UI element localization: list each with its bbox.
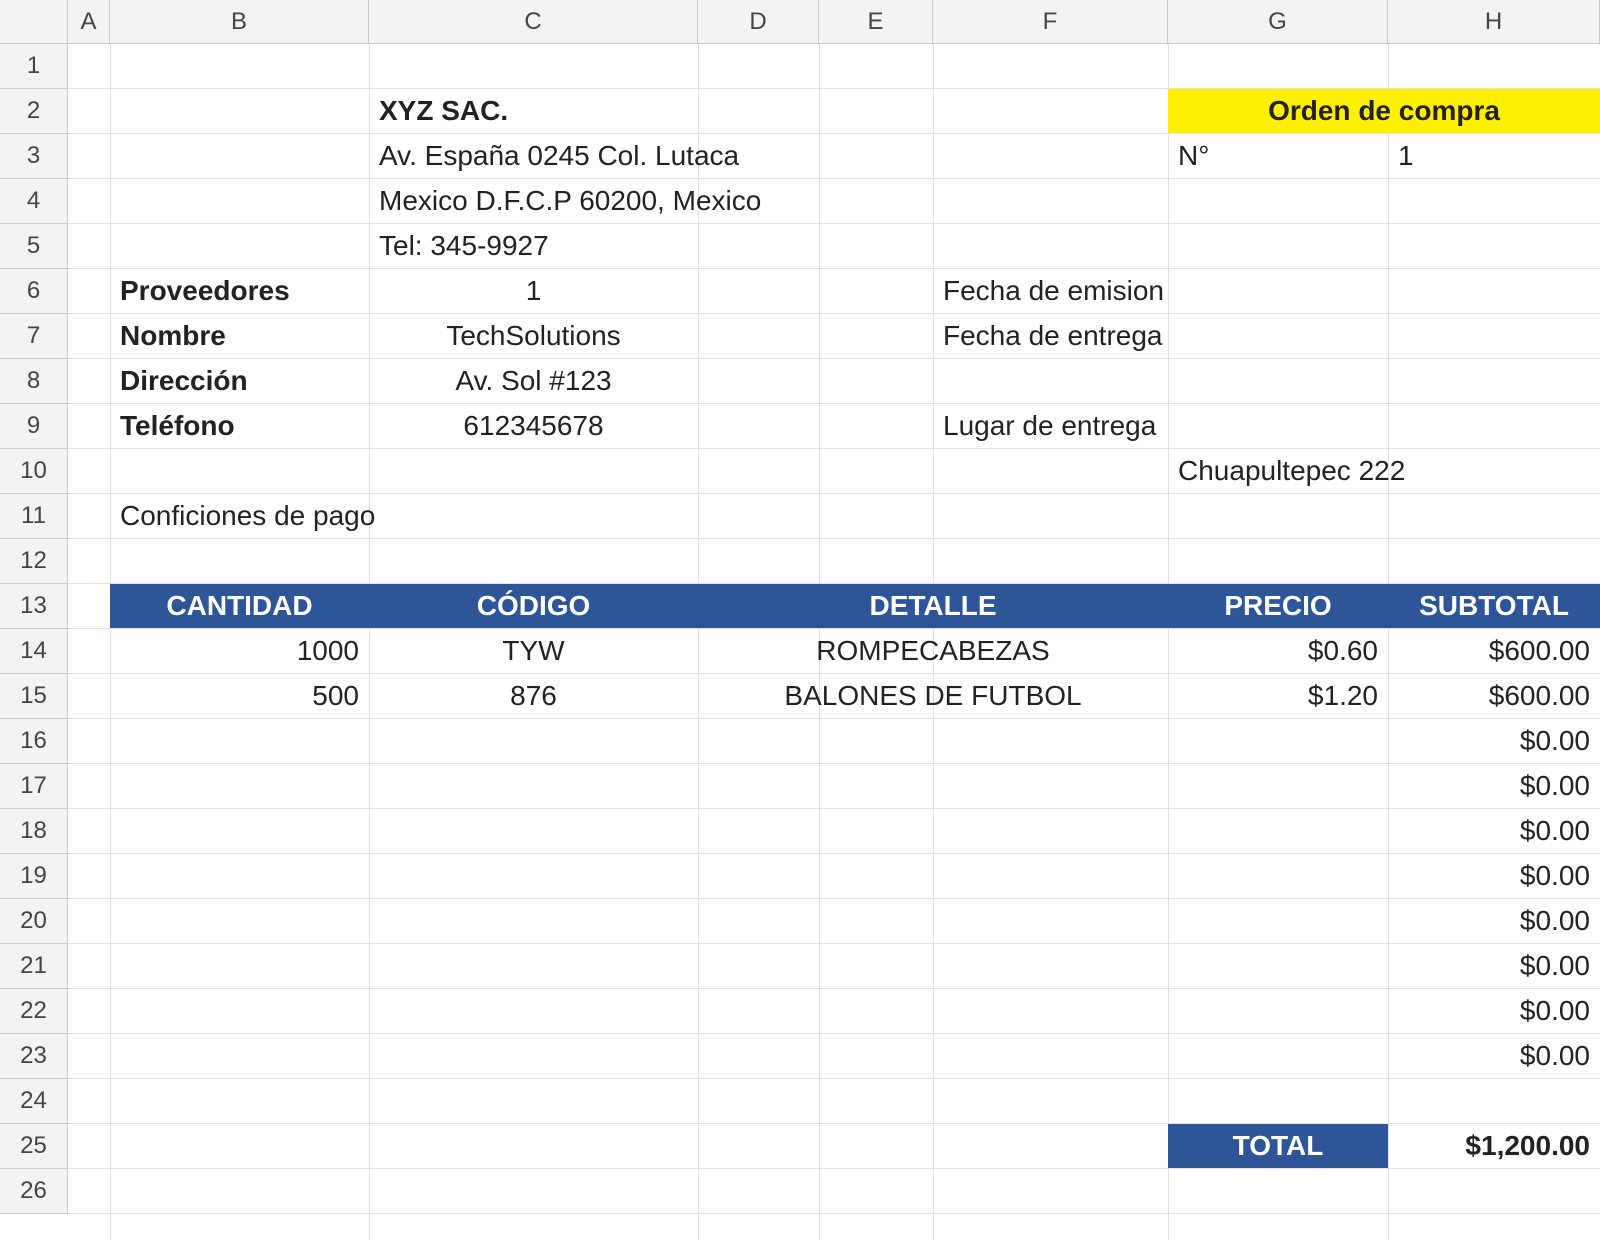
proveedores-value-cell[interactable]: 1 [369,269,698,313]
row-header-7[interactable]: 7 [0,314,68,359]
row-header-3[interactable]: 3 [0,134,68,179]
proveedores-label-cell[interactable]: Proveedores [110,269,369,313]
row-header-21[interactable]: 21 [0,944,68,989]
grid-line-horizontal [68,988,1600,989]
row-header-12[interactable]: 12 [0,539,68,584]
empty-subtotal-cell[interactable]: $0.00 [1388,899,1600,943]
column-header-a[interactable]: A [68,0,110,44]
row-header-6[interactable]: 6 [0,269,68,314]
total-value-cell[interactable]: $1,200.00 [1388,1124,1600,1168]
grid-line-horizontal [68,763,1600,764]
column-header-g[interactable]: G [1168,0,1388,44]
row-header-9[interactable]: 9 [0,404,68,449]
grid-line-horizontal [68,943,1600,944]
row-header-14[interactable]: 14 [0,629,68,674]
spreadsheet: A B C D E F G H 1 2 3 4 5 6 7 8 9 10 11 12 13 14 15 16 17 18 19 20 2… [0,0,1600,1240]
empty-subtotal-cell[interactable]: $0.00 [1388,944,1600,988]
empty-subtotal-cell[interactable]: $0.00 [1388,989,1600,1033]
row-header-2[interactable]: 2 [0,89,68,134]
empty-subtotal-cell[interactable]: $0.00 [1388,719,1600,763]
total-label-cell[interactable]: TOTAL [1168,1124,1388,1168]
grid-line-horizontal [68,808,1600,809]
row-header-24[interactable]: 24 [0,1079,68,1124]
row-header-26[interactable]: 26 [0,1169,68,1214]
row-header-15[interactable]: 15 [0,674,68,719]
column-header-h[interactable]: H [1388,0,1600,44]
condiciones-pago-cell[interactable]: Conficiones de pago [110,494,819,538]
company-address2-cell[interactable]: Mexico D.F.C.P 60200, Mexico [369,179,933,223]
company-address1-cell[interactable]: Av. España 0245 Col. Lutaca [369,134,933,178]
nombre-value-cell[interactable]: TechSolutions [369,314,698,358]
order-number-value-cell[interactable]: 1 [1388,134,1600,178]
column-header-f[interactable]: F [933,0,1168,44]
item-cantidad-cell[interactable]: 500 [110,674,369,718]
order-title-cell[interactable]: Orden de compra [1168,89,1600,133]
direccion-value-cell[interactable]: Av. Sol #123 [369,359,698,403]
grid-line-horizontal [68,538,1600,539]
order-number-label-cell[interactable]: N° [1168,134,1388,178]
row-header-8[interactable]: 8 [0,359,68,404]
company-phone-cell[interactable]: Tel: 345-9927 [369,224,933,268]
item-detalle-cell[interactable]: BALONES DE FUTBOL [698,674,1168,718]
grid-line-horizontal [68,1213,1600,1214]
row-header-10[interactable]: 10 [0,449,68,494]
table-header-detalle[interactable]: DETALLE [698,584,1168,628]
row-header-16[interactable]: 16 [0,719,68,764]
table-header-codigo[interactable]: CÓDIGO [369,584,698,628]
table-header-subtotal[interactable]: SUBTOTAL [1388,584,1600,628]
item-precio-cell[interactable]: $1.20 [1168,674,1388,718]
row-header-19[interactable]: 19 [0,854,68,899]
company-name-cell[interactable]: XYZ SAC. [369,89,933,133]
row-header-1[interactable]: 1 [0,44,68,89]
item-codigo-cell[interactable]: 876 [369,674,698,718]
row-header-22[interactable]: 22 [0,989,68,1034]
item-detalle-cell[interactable]: ROMPECABEZAS [698,629,1168,673]
item-subtotal-cell[interactable]: $600.00 [1388,674,1600,718]
column-header-c[interactable]: C [369,0,698,44]
grid-line-horizontal [68,1033,1600,1034]
row-header-4[interactable]: 4 [0,179,68,224]
row-header-20[interactable]: 20 [0,899,68,944]
item-codigo-cell[interactable]: TYW [369,629,698,673]
lugar-entrega-value-cell[interactable]: Chuapultepec 222 [1168,449,1600,493]
telefono-value-cell[interactable]: 612345678 [369,404,698,448]
grid-line-horizontal [68,1078,1600,1079]
row-header-18[interactable]: 18 [0,809,68,854]
grid-line-horizontal [68,1168,1600,1169]
column-header-b[interactable]: B [110,0,369,44]
lugar-entrega-label-cell[interactable]: Lugar de entrega [933,404,1388,448]
nombre-label-cell[interactable]: Nombre [110,314,369,358]
item-precio-cell[interactable]: $0.60 [1168,629,1388,673]
row-header-25[interactable]: 25 [0,1124,68,1169]
fecha-emision-label-cell[interactable]: Fecha de emision [933,269,1388,313]
grid-line-horizontal [68,853,1600,854]
empty-subtotal-cell[interactable]: $0.00 [1388,854,1600,898]
grid-line-horizontal [68,898,1600,899]
grid-line-horizontal [68,718,1600,719]
row-header-5[interactable]: 5 [0,224,68,269]
item-subtotal-cell[interactable]: $600.00 [1388,629,1600,673]
item-cantidad-cell[interactable]: 1000 [110,629,369,673]
direccion-label-cell[interactable]: Dirección [110,359,369,403]
row-header-17[interactable]: 17 [0,764,68,809]
empty-subtotal-cell[interactable]: $0.00 [1388,809,1600,853]
empty-subtotal-cell[interactable]: $0.00 [1388,764,1600,808]
select-all-corner[interactable] [0,0,68,44]
column-header-d[interactable]: D [698,0,819,44]
fecha-entrega-label-cell[interactable]: Fecha de entrega [933,314,1388,358]
table-header-cantidad[interactable]: CANTIDAD [110,584,369,628]
row-header-11[interactable]: 11 [0,494,68,539]
telefono-label-cell[interactable]: Teléfono [110,404,369,448]
row-header-23[interactable]: 23 [0,1034,68,1079]
row-header-13[interactable]: 13 [0,584,68,629]
table-header-precio[interactable]: PRECIO [1168,584,1388,628]
empty-subtotal-cell[interactable]: $0.00 [1388,1034,1600,1078]
column-header-e[interactable]: E [819,0,933,44]
